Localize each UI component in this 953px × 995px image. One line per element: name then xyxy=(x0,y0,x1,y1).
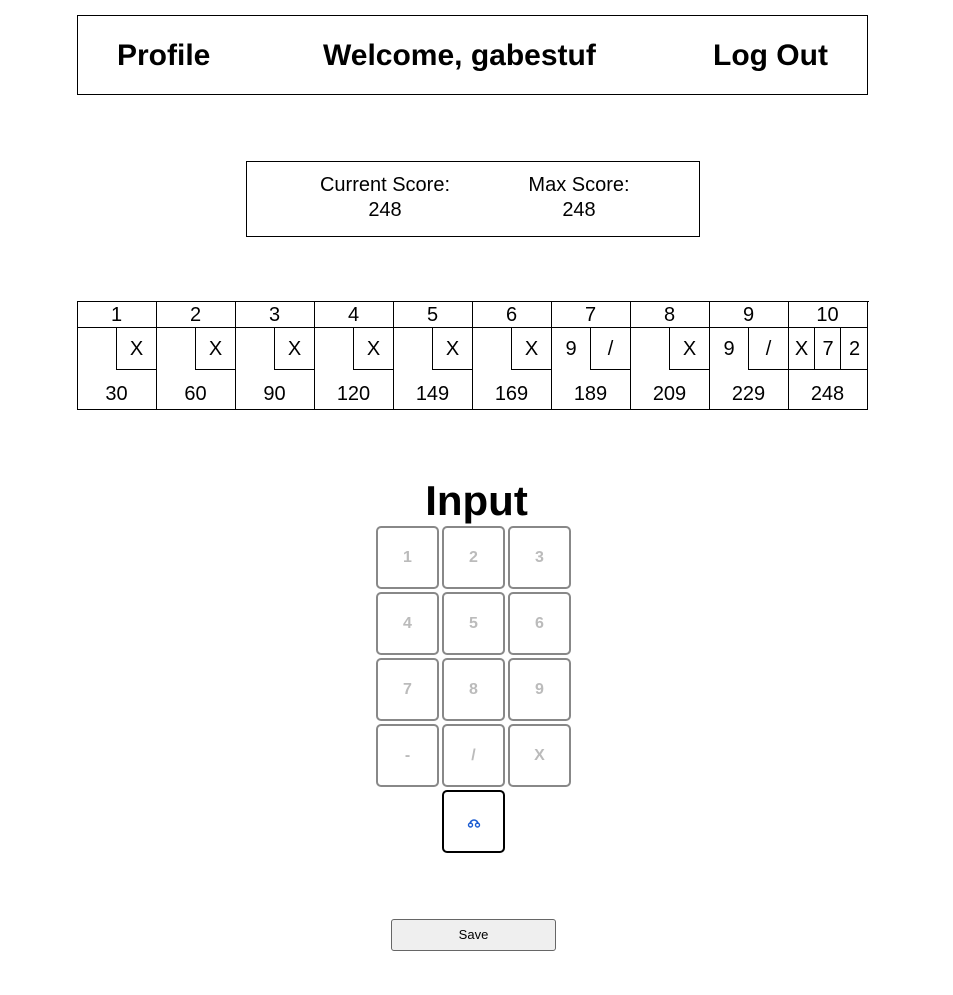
key-4[interactable]: 4 xyxy=(376,592,439,655)
scorecard: 1 X 30 2 X 60 3 X 90 4 X 120 5 X 149 6 X 169 7 9/189 8 X 209 9 9… xyxy=(77,301,869,410)
undo-icon xyxy=(467,818,480,828)
frame-2: 2 X 60 xyxy=(156,302,236,410)
roll-1 xyxy=(630,328,670,370)
key-9[interactable]: 9 xyxy=(508,658,571,721)
roll-1 xyxy=(393,328,433,370)
roll-2: X xyxy=(432,328,472,370)
roll-1: X xyxy=(788,328,815,370)
header-bar: Profile Welcome, gabestuf Log Out xyxy=(77,15,868,95)
roll-2: X xyxy=(274,328,314,370)
save-button[interactable]: Save xyxy=(391,919,556,951)
max-score-label: Max Score: xyxy=(528,174,630,196)
roll-2: X xyxy=(511,328,551,370)
frame-total: 169 xyxy=(494,383,529,405)
roll-3: 2 xyxy=(840,328,868,370)
roll-2: X xyxy=(353,328,393,370)
frame-total: 90 xyxy=(263,383,286,405)
roll-2: X xyxy=(669,328,709,370)
frame-8: 8 X 209 xyxy=(630,302,710,410)
frame-1: 1 X 30 xyxy=(77,302,157,410)
frame-9: 9 9/229 xyxy=(709,302,789,410)
key-strike[interactable]: X xyxy=(508,724,571,787)
frame-total: 120 xyxy=(336,383,371,405)
frame-7: 7 9 / 189 xyxy=(551,302,631,410)
key-6[interactable]: 6 xyxy=(508,592,571,655)
frame-3: 3 X 90 xyxy=(235,302,315,410)
frame-number: 10 xyxy=(788,302,867,328)
max-score: Max Score: 248 xyxy=(499,173,659,223)
frame-number: 1 xyxy=(77,302,156,328)
logout-link[interactable]: Log Out xyxy=(713,38,828,74)
frame-number: 7 xyxy=(551,302,630,328)
frame-4: 4 X 120 xyxy=(314,302,394,410)
key-spare[interactable]: / xyxy=(442,724,505,787)
frame-5: 5 X 149 xyxy=(393,302,473,410)
roll-2: / xyxy=(590,328,630,370)
current-score-value: 248 xyxy=(368,199,402,221)
frame-number: 9 xyxy=(709,302,788,328)
frame-10: 10 X 7 2 248 xyxy=(788,302,868,410)
frame-number: 5 xyxy=(393,302,472,328)
score-summary: Current Score: 248 Max Score: 248 xyxy=(246,161,700,237)
key-1[interactable]: 1 xyxy=(376,526,439,589)
roll-2: 7 xyxy=(814,328,841,370)
frame-total: 209 xyxy=(652,383,687,405)
key-8[interactable]: 8 xyxy=(442,658,505,721)
roll-1 xyxy=(472,328,512,370)
frame-number: 2 xyxy=(156,302,235,328)
current-score-label: Current Score: xyxy=(319,174,451,196)
roll-1 xyxy=(235,328,275,370)
roll-1 xyxy=(314,328,354,370)
current-score: Current Score: 248 xyxy=(305,173,465,223)
key-3[interactable]: 3 xyxy=(508,526,571,589)
frame-total: 60 xyxy=(184,383,207,405)
max-score-value: 248 xyxy=(562,199,596,221)
frame-total: 189 xyxy=(573,383,608,405)
roll-1: 9 xyxy=(723,338,735,360)
frame-total: 248 xyxy=(810,383,845,405)
key-7[interactable]: 7 xyxy=(376,658,439,721)
key-2[interactable]: 2 xyxy=(442,526,505,589)
profile-link[interactable]: Profile xyxy=(117,38,210,74)
roll-2: / xyxy=(748,328,788,370)
roll-1: 9 xyxy=(565,338,577,360)
undo-button[interactable] xyxy=(442,790,505,853)
frame-number: 4 xyxy=(314,302,393,328)
frame-number: 3 xyxy=(235,302,314,328)
frame-total: 30 xyxy=(105,383,128,405)
roll-2: X xyxy=(116,328,156,370)
frame-number: 8 xyxy=(630,302,709,328)
input-title: Input xyxy=(425,477,528,524)
frame-total: 149 xyxy=(415,383,450,405)
roll-2: X xyxy=(195,328,235,370)
roll-1 xyxy=(156,328,196,370)
roll-1 xyxy=(77,328,117,370)
welcome-text: Welcome, gabestuf xyxy=(323,39,596,72)
frame-number: 6 xyxy=(472,302,551,328)
frame-total: 229 xyxy=(731,383,766,405)
key-miss[interactable]: - xyxy=(376,724,439,787)
page: Profile Welcome, gabestuf Log Out Curren… xyxy=(0,0,953,995)
frame-6: 6 X 169 xyxy=(472,302,552,410)
key-5[interactable]: 5 xyxy=(442,592,505,655)
